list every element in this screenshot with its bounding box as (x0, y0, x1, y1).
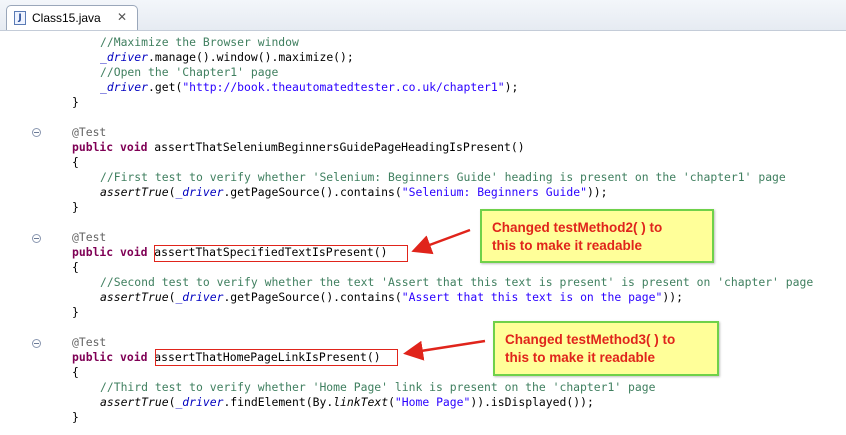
code-string: "Selenium: Beginners Guide" (401, 185, 587, 199)
code-field: _driver (175, 185, 224, 199)
code-line: { (72, 260, 79, 275)
code-keyword: public void (72, 350, 148, 364)
code-comment: //First test to verify whether 'Selenium… (100, 170, 786, 184)
code-string: "Home Page" (394, 395, 471, 409)
code-line: assertTrue(_driver.getPageSource().conta… (100, 290, 683, 304)
code-text: .manage().window().maximize(); (148, 50, 354, 64)
fold-toggle-icon[interactable] (32, 128, 41, 137)
code-text: .getPageSource().contains( (223, 290, 402, 304)
code-text: .get( (148, 80, 183, 94)
code-text: ( (388, 395, 395, 409)
callout-note-line: this to make it readable (505, 350, 656, 365)
code-brace: { (72, 365, 79, 379)
callout-note-line: Changed testMethod2( ) to (492, 220, 663, 235)
code-line: _driver.get("http://book.theautomatedtes… (100, 80, 518, 95)
tab-label: Class15.java (32, 11, 101, 25)
highlight-box-method2 (154, 245, 408, 262)
code-method-call: assertTrue (100, 290, 169, 304)
code-string: "http://book.theautomatedtester.co.uk/ch… (182, 80, 505, 94)
code-annotation: @Test (72, 125, 107, 139)
code-text: .findElement(By. (223, 395, 334, 409)
tab-class15-java[interactable]: J Class15.java ✕ (6, 5, 138, 30)
code-line: assertTrue ( _driver.findElement(By.linkTe… (100, 395, 594, 409)
code-editor[interactable]: //Maximize the Browser window _driver.ma… (0, 31, 846, 435)
code-text: .getPageSource().contains( (223, 185, 402, 199)
code-line: //Maximize the Browser window (100, 35, 299, 50)
code-text: )); (662, 290, 683, 304)
code-method-call: linkText (333, 395, 389, 409)
code-comment: //Third test to verify whether 'Home Pag… (100, 380, 656, 394)
code-line: public void assertThatSeleniumBeginnersG… (72, 140, 525, 155)
callout-note-method2: Changed testMethod2( ) to this to make i… (480, 209, 714, 263)
code-line: //First test to verify whether 'Selenium… (100, 170, 786, 185)
code-text: )).isDisplayed()); (470, 395, 594, 409)
editor-tab-bar: J Class15.java ✕ (0, 0, 846, 31)
code-field: _driver (175, 395, 224, 409)
code-line: { (72, 155, 79, 170)
code-brace: { (72, 155, 79, 169)
code-brace: } (72, 200, 79, 214)
callout-note-line: Changed testMethod3( ) to (505, 332, 676, 347)
code-method-call: assertTrue (100, 395, 169, 409)
code-comment: //Open the 'Chapter1' page (100, 65, 279, 79)
code-line: } (72, 200, 79, 215)
code-field: _driver (175, 290, 224, 304)
java-file-icon: J (14, 11, 26, 25)
callout-note-method3: Changed testMethod3( ) to this to make i… (493, 321, 719, 376)
fold-toggle-icon[interactable] (32, 234, 41, 243)
code-line: //Third test to verify whether 'Home Pag… (100, 380, 655, 395)
code-annotation: @Test (72, 230, 107, 244)
code-line: @Test (72, 335, 106, 350)
code-line: @Test (72, 230, 106, 245)
code-line: @Test (72, 125, 106, 140)
code-line: assertTrue(_driver.getPageSource().conta… (100, 185, 608, 199)
code-string: "Assert that this text is on the page" (401, 290, 663, 304)
code-brace: } (72, 95, 79, 109)
code-line: //Second test to verify whether the text… (100, 275, 813, 290)
callout-note-line: this to make it readable (492, 238, 643, 253)
code-line: } (72, 305, 79, 320)
close-icon[interactable]: ✕ (117, 10, 127, 24)
code-line: } (72, 95, 79, 110)
code-field: _driver (100, 50, 149, 64)
code-line: } (72, 410, 79, 425)
code-line: _driver.manage().window().maximize(); (100, 50, 354, 65)
fold-toggle-icon[interactable] (32, 339, 41, 348)
code-method-call: assertTrue (100, 185, 169, 199)
highlight-box-method3 (155, 349, 398, 366)
code-brace: } (72, 305, 79, 319)
code-keyword: public void (72, 245, 148, 259)
code-comment: //Second test to verify whether the text… (100, 275, 814, 289)
code-line: { (72, 365, 79, 380)
code-keyword: public void (72, 140, 148, 154)
code-text: )); (586, 185, 608, 199)
code-annotation: @Test (72, 335, 107, 349)
code-field: _driver (100, 80, 149, 94)
method-name: assertThatSeleniumBeginnersGuidePageHead… (154, 140, 525, 154)
code-text: ); (504, 80, 519, 94)
code-brace: { (72, 260, 79, 274)
code-brace: } (72, 410, 79, 424)
code-comment: //Maximize the Browser window (100, 35, 299, 49)
code-line: //Open the 'Chapter1' page (100, 65, 278, 80)
